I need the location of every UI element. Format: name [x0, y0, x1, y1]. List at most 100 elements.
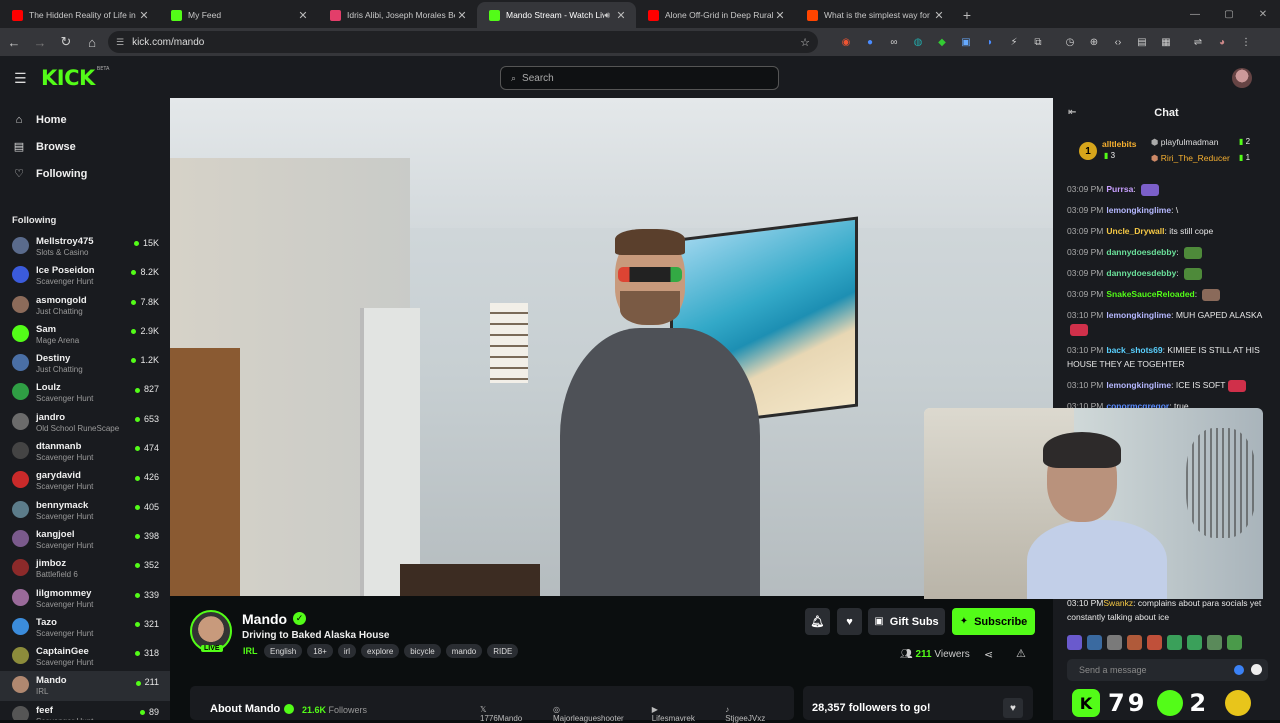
sidebar-channel[interactable]: lilgmommey Scavenger Hunt 339 — [0, 584, 170, 613]
history-icon[interactable]: ◷ — [1060, 32, 1080, 52]
extension-icon[interactable]: ◗ — [980, 32, 1000, 52]
stream-tag[interactable]: bicycle — [404, 644, 441, 658]
share-icon[interactable]: ⋖ — [984, 648, 993, 661]
emote-icon[interactable] — [1087, 635, 1102, 650]
bookmark-star-icon[interactable]: ☆ — [800, 36, 810, 49]
emote-icon[interactable] — [1167, 635, 1182, 650]
extension-icon[interactable]: ◍ — [908, 32, 928, 52]
extension-icon[interactable]: ◆ — [932, 32, 952, 52]
message-user[interactable]: lemongkinglime — [1106, 205, 1171, 215]
notifications-bell-button[interactable]: 🔔︎ — [805, 608, 830, 635]
close-window-icon[interactable]: ✕ — [1246, 0, 1280, 28]
sidebar-channel[interactable]: jimboz Battlefield 6 352 — [0, 554, 170, 583]
extension-icon[interactable]: ◉ — [836, 32, 856, 52]
sidebar-channel[interactable]: Destiny Just Chatting 1.2K — [0, 349, 170, 378]
extension-icon[interactable]: ● — [860, 32, 880, 52]
sidebar-channel[interactable]: Sam Mage Arena 2.9K — [0, 320, 170, 349]
tab-close-icon[interactable]: ✕ — [455, 9, 469, 22]
emote-icon[interactable] — [1127, 635, 1142, 650]
extension-icon[interactable]: ⊕ — [1084, 32, 1104, 52]
message-user[interactable]: Uncle_Drywall — [1106, 226, 1164, 236]
message-user[interactable]: dannydoesdebby — [1106, 268, 1176, 278]
stream-tag[interactable]: English — [264, 644, 303, 658]
chat-message-input[interactable]: Send a message — [1067, 659, 1268, 681]
sidebar-channel[interactable]: jandro Old School RuneScape 653 — [0, 408, 170, 437]
browser-tab[interactable]: The Hidden Reality of Life in Pu ✕ — [0, 2, 159, 28]
sidebar-channel[interactable]: CaptainGee Scavenger Hunt 318 — [0, 642, 170, 671]
sidebar-channel[interactable]: Loulz Scavenger Hunt 827 — [0, 378, 170, 407]
message-user[interactable]: lemongkinglime — [1106, 380, 1171, 390]
message-user[interactable]: dannydoesdebby — [1106, 247, 1176, 257]
streamer-name[interactable]: Mando — [242, 611, 287, 627]
sidebar-channel[interactable]: Tazo Scavenger Hunt 321 — [0, 613, 170, 642]
sidebar-nav-home[interactable]: ⌂ Home — [0, 106, 170, 133]
extension-icon[interactable]: ⇌ — [1188, 32, 1208, 52]
extension-badge-icon[interactable] — [1234, 665, 1244, 675]
sidebar-nav-browse[interactable]: ▤ Browse — [0, 133, 170, 160]
tab-close-icon[interactable]: ✕ — [137, 9, 151, 22]
social-link[interactable]: ▶ Lifesmavrek — [652, 705, 715, 723]
video-player[interactable] — [170, 98, 1053, 596]
emote-icon[interactable] — [1227, 635, 1242, 650]
reload-icon[interactable]: ↻ — [54, 30, 78, 54]
emote-icon[interactable] — [1107, 635, 1122, 650]
kick-logo[interactable]: KICK BETA — [41, 66, 109, 90]
social-link[interactable]: ♪ StjgeeJVxz — [725, 705, 784, 723]
tab-close-icon[interactable]: ✕ — [932, 9, 946, 22]
hamburger-menu-icon[interactable]: ☰ — [14, 70, 27, 87]
sidebar-channel[interactable]: bennymack Scavenger Hunt 405 — [0, 496, 170, 525]
back-icon[interactable]: ← — [2, 30, 26, 54]
forward-icon[interactable]: → — [28, 30, 52, 54]
subscribe-button[interactable]: ✦ Subscribe — [952, 608, 1035, 635]
browser-tab[interactable]: My Feed ✕ — [159, 2, 318, 28]
extension-icon[interactable]: ⚡ — [1004, 32, 1024, 52]
extension-icon[interactable]: ▣ — [956, 32, 976, 52]
collapse-chat-icon[interactable]: ⇤ — [1068, 107, 1076, 118]
message-user[interactable]: Swankz — [1103, 598, 1133, 608]
browser-tab[interactable]: What is the simplest way for a ✕ — [795, 2, 954, 28]
extensions-puzzle-icon[interactable]: ⧉ — [1028, 32, 1048, 52]
sidebar-channel[interactable]: dtanmanb Scavenger Hunt 474 — [0, 437, 170, 466]
search-input[interactable]: ⌕ Search — [500, 66, 779, 90]
sidepanel-icon[interactable]: ▤ — [1132, 32, 1152, 52]
browser-tab[interactable]: Alone Off-Grid in Deep Rural C ✕ — [636, 2, 795, 28]
follow-heart-button[interactable]: ♥ — [837, 608, 862, 635]
message-user[interactable]: SnakeSauceReloaded — [1106, 289, 1194, 299]
gift-subs-button[interactable]: ▣ Gift Subs — [868, 608, 945, 635]
stream-tag[interactable]: RIDE — [487, 644, 519, 658]
message-user[interactable]: lemongkinglime — [1106, 310, 1171, 320]
report-icon[interactable]: ⚠ — [1016, 647, 1026, 660]
sidebar-channel[interactable]: feefScavenger Hunt89 — [0, 701, 170, 720]
social-link[interactable]: 𝕏 1776Mando — [480, 705, 543, 723]
emote-icon[interactable] — [1067, 635, 1082, 650]
speaker-icon[interactable]: 🔊︎ — [604, 10, 610, 21]
stream-tag[interactable]: mando — [445, 644, 483, 658]
devtools-icon[interactable]: ‹› — [1108, 32, 1128, 52]
social-link[interactable]: ◎ Majorleagueshooter — [553, 705, 642, 723]
stream-tag[interactable]: explore — [361, 644, 400, 658]
sidebar-nav-following[interactable]: ♡ Following — [0, 160, 170, 187]
stream-tag[interactable]: 18+ — [307, 644, 333, 658]
url-field[interactable]: ☰ kick.com/mando ☆ — [108, 31, 818, 53]
new-tab-button[interactable]: + — [954, 2, 980, 28]
gifter-3-name[interactable]: ⬢ Riri_The_Reducer — [1151, 153, 1230, 164]
maximize-icon[interactable]: ▢ — [1212, 0, 1246, 28]
top-gifter-name[interactable]: alltlebits — [1102, 139, 1136, 149]
stream-tag[interactable]: irl — [337, 644, 357, 658]
sidebar-channel[interactable]: Mando IRL 211 — [0, 671, 170, 701]
emoji-picker-icon[interactable] — [1251, 664, 1262, 675]
emote-icon[interactable] — [1187, 635, 1202, 650]
user-avatar[interactable] — [1232, 68, 1252, 88]
browser-tab[interactable]: Mando Stream - Watch Live 🔊︎ ✕ — [477, 2, 636, 28]
message-user[interactable]: Purrsa — [1106, 184, 1133, 194]
sidebar-channel[interactable]: kangjoel Scavenger Hunt 398 — [0, 525, 170, 554]
goal-heart-icon[interactable]: ♥ — [1003, 698, 1023, 718]
sidebar-channel[interactable]: asmongold Just Chatting 7.8K — [0, 291, 170, 320]
sidebar-channel[interactable]: Mellstroy475 Slots & Casino 15K — [0, 232, 170, 261]
gifter-2-name[interactable]: ⬢ playfulmadman — [1151, 137, 1218, 148]
sidebar-channel[interactable]: garydavid Scavenger Hunt 426 — [0, 466, 170, 495]
minimize-icon[interactable]: — — [1178, 0, 1212, 28]
message-user[interactable]: back_shots69 — [1106, 345, 1162, 355]
screenshot-icon[interactable]: ▦ — [1156, 32, 1176, 52]
tab-close-icon[interactable]: ✕ — [296, 9, 310, 22]
